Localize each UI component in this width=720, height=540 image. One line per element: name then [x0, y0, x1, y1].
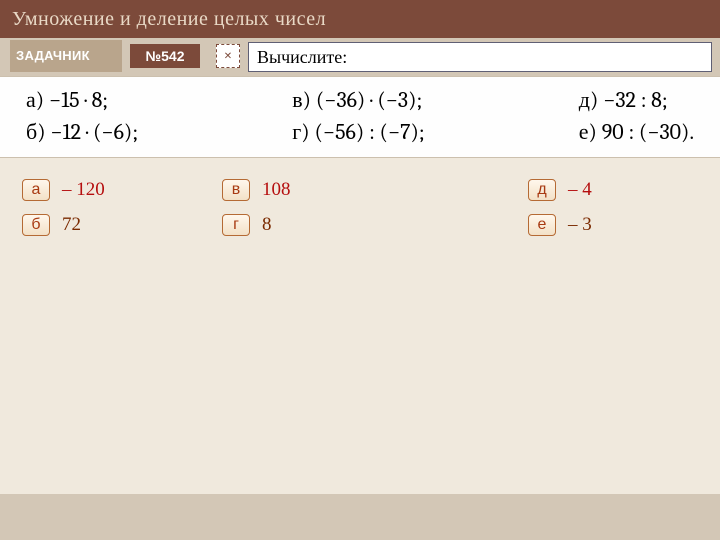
- answer-chip-d[interactable]: д: [528, 179, 556, 201]
- answer-value-g: 8: [262, 207, 272, 242]
- answer-g: г 8: [222, 207, 528, 242]
- problems-col-2: в) (−36) · (−3); г) (−56) : (−7);: [292, 87, 424, 151]
- answer-chip-b[interactable]: б: [22, 214, 50, 236]
- answer-value-d: – 4: [568, 172, 592, 207]
- answer-a: а – 120: [22, 172, 222, 207]
- problem-number-badge: №542: [130, 44, 200, 68]
- answer-e: е – 3: [528, 207, 698, 242]
- answers-row-1: а – 120 в 108 д – 4: [22, 172, 698, 207]
- workbook-tab[interactable]: ЗАДАЧНИК: [10, 40, 122, 72]
- answer-chip-g[interactable]: г: [222, 214, 250, 236]
- answer-v: в 108: [222, 172, 528, 207]
- answer-value-a: – 120: [62, 172, 105, 207]
- problems-col-1: а) −15 · 8; б) −12 · (−6);: [26, 87, 138, 151]
- page-title: Умножение и деление целых чисел: [0, 0, 720, 38]
- answer-b: б 72: [22, 207, 222, 242]
- workbook-tab-label: ЗАДАЧНИК: [16, 49, 90, 63]
- problems-col-3: д) −32 : 8; е) 90 : (−30).: [579, 87, 694, 151]
- answer-d: д – 4: [528, 172, 698, 207]
- answers-panel: а – 120 в 108 д – 4 б 72 г 8 е – 3: [0, 158, 720, 256]
- answer-value-e: – 3: [568, 207, 592, 242]
- problem-e: е) 90 : (−30).: [579, 119, 694, 145]
- toolbar: ЗАДАЧНИК №542 ✕ Вычислите:: [0, 38, 720, 76]
- footer-bar: [0, 494, 720, 540]
- problem-number-text: №542: [146, 48, 185, 64]
- answer-chip-a[interactable]: а: [22, 179, 50, 201]
- answer-value-b: 72: [62, 207, 81, 242]
- answer-value-v: 108: [262, 172, 291, 207]
- problem-a: а) −15 · 8;: [26, 87, 138, 113]
- problem-d: д) −32 : 8;: [579, 87, 694, 113]
- answer-chip-e[interactable]: е: [528, 214, 556, 236]
- image-placeholder-icon: ✕: [216, 44, 240, 68]
- problem-g: г) (−56) : (−7);: [292, 119, 424, 145]
- problem-v: в) (−36) · (−3);: [292, 87, 424, 113]
- title-text: Умножение и деление целых чисел: [12, 8, 326, 31]
- answer-chip-v[interactable]: в: [222, 179, 250, 201]
- problem-b: б) −12 · (−6);: [26, 119, 138, 145]
- instruction-box: Вычислите:: [248, 42, 712, 72]
- problems-panel: а) −15 · 8; б) −12 · (−6); в) (−36) · (−…: [0, 76, 720, 158]
- answers-row-2: б 72 г 8 е – 3: [22, 207, 698, 242]
- instruction-text: Вычислите:: [257, 47, 347, 68]
